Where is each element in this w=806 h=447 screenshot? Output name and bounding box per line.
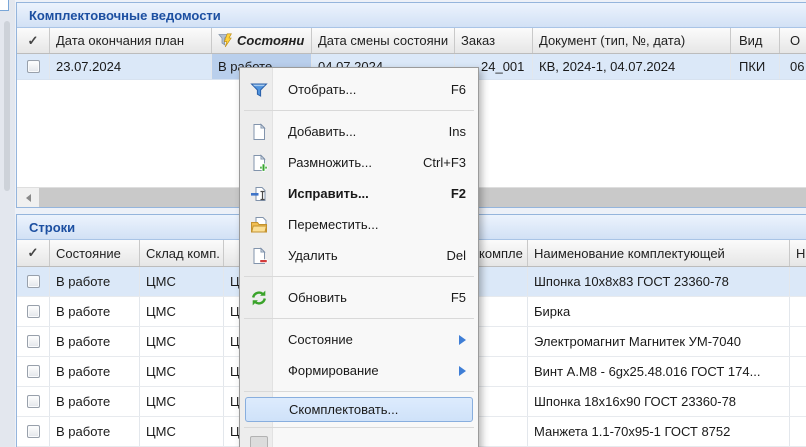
cell-name[interactable]: Манжета 1.1-70x95-1 ГОСТ 8752 <box>528 417 790 446</box>
cell-warehouse[interactable]: ЦМС <box>140 357 224 386</box>
row-checkbox[interactable] <box>27 60 40 73</box>
cell-clipped[interactable] <box>790 387 806 416</box>
cell-status[interactable]: В работе <box>50 387 140 416</box>
cell-name[interactable]: Шпонка 10x8x83 ГОСТ 23360-78 <box>528 267 790 296</box>
cell-clipped[interactable] <box>790 297 806 326</box>
vedomosti-header-row: ✓ Дата окончания план Состояни Дата смен… <box>17 28 806 54</box>
menu-separator <box>244 110 474 111</box>
menu-item-edit[interactable]: Исправить... F2 <box>242 178 476 209</box>
column-header-name[interactable]: Наименование комплектующей <box>528 240 790 266</box>
clipped-widget <box>0 0 9 11</box>
menu-item-duplicate[interactable]: Размножить... Ctrl+F3 <box>242 147 476 178</box>
cell-status[interactable]: В работе <box>50 417 140 446</box>
clipped-menu-icon <box>250 436 268 447</box>
cell-warehouse[interactable]: ЦМС <box>140 327 224 356</box>
app-window: Комплектовочные ведомости ✓ Дата окончан… <box>0 0 806 447</box>
menu-separator <box>244 427 474 428</box>
menu-item-add[interactable]: Добавить... Ins <box>242 116 476 147</box>
select-all-column-header[interactable]: ✓ <box>17 28 50 53</box>
column-header-clipped[interactable]: Н <box>790 240 806 266</box>
cell-clipped[interactable] <box>790 267 806 296</box>
context-menu: Отобрать... F6 Добавить... Ins <box>239 67 479 447</box>
duplicate-page-icon <box>250 154 268 172</box>
menu-item-refresh[interactable]: Обновить F5 <box>242 282 476 313</box>
menu-item-assemble[interactable]: Скомплектовать... <box>245 397 473 422</box>
row-checkbox[interactable] <box>27 365 40 378</box>
submenu-arrow-icon <box>459 335 466 345</box>
filter-icon <box>250 81 268 99</box>
column-header-date-end[interactable]: Дата окончания план <box>50 28 212 53</box>
row-checkbox[interactable] <box>27 395 40 408</box>
column-header-order[interactable]: Заказ <box>455 28 533 53</box>
cell-name[interactable]: Шпонка 18x16x90 ГОСТ 23360-78 <box>528 387 790 416</box>
cell-warehouse[interactable]: ЦМС <box>140 417 224 446</box>
panel-title-vedomosti: Комплектовочные ведомости <box>17 3 806 28</box>
arrow-left-icon <box>26 194 31 202</box>
menu-item-partial[interactable] <box>242 433 476 447</box>
cell-name[interactable]: Бирка <box>528 297 790 326</box>
row-checkbox[interactable] <box>27 425 40 438</box>
cell-date-end[interactable]: 23.07.2024 <box>50 54 212 79</box>
cell-kind[interactable]: ПКИ <box>731 54 780 79</box>
menu-item-delete[interactable]: Удалить Del <box>242 240 476 271</box>
scroll-left-button[interactable] <box>17 188 39 207</box>
menu-item-status[interactable]: Состояние <box>242 324 476 355</box>
cell-status[interactable]: В работе <box>50 327 140 356</box>
left-splitter[interactable] <box>0 0 15 447</box>
column-header-status[interactable]: Состояни <box>212 28 312 53</box>
move-folder-icon <box>250 216 268 234</box>
edit-icon <box>250 185 268 203</box>
cell-clipped[interactable] <box>790 357 806 386</box>
menu-item-move[interactable]: Переместить... <box>242 209 476 240</box>
cell-warehouse[interactable]: ЦМС <box>140 387 224 416</box>
column-header-warehouse[interactable]: Склад комп. <box>140 240 224 266</box>
cell-status[interactable]: В работе <box>50 267 140 296</box>
column-header-document[interactable]: Документ (тип, №, дата) <box>533 28 731 53</box>
column-header-status[interactable]: Состояние <box>50 240 140 266</box>
cell-status[interactable]: В работе <box>50 357 140 386</box>
menu-item-filter[interactable]: Отобрать... F6 <box>242 74 476 105</box>
menu-separator <box>244 318 474 319</box>
cell-name[interactable]: Винт А.М8 - 6gx25.48.016 ГОСТ 174... <box>528 357 790 386</box>
column-header-date-change[interactable]: Дата смены состояни <box>312 28 455 53</box>
refresh-icon <box>250 289 268 307</box>
menu-separator <box>244 391 474 392</box>
delete-page-icon <box>250 247 268 265</box>
column-header-kind[interactable]: Вид <box>731 28 780 53</box>
row-checkbox[interactable] <box>27 275 40 288</box>
cell-name[interactable]: Электромагнит Магнитек УМ-7040 <box>528 327 790 356</box>
new-page-icon <box>250 123 268 141</box>
row-checkbox[interactable] <box>27 335 40 348</box>
select-all-column-header[interactable]: ✓ <box>17 240 50 266</box>
cell-warehouse[interactable]: ЦМС <box>140 297 224 326</box>
row-checkbox[interactable] <box>27 305 40 318</box>
menu-item-formation[interactable]: Формирование <box>242 355 476 386</box>
cell-clipped[interactable] <box>790 417 806 446</box>
cell-clipped[interactable]: 06 <box>780 54 806 79</box>
splitter-handle-icon[interactable] <box>4 21 10 191</box>
cell-document[interactable]: КВ, 2024-1, 04.07.2024 <box>533 54 731 79</box>
cell-status[interactable]: В работе <box>50 297 140 326</box>
cell-clipped[interactable] <box>790 327 806 356</box>
cell-warehouse[interactable]: ЦМС <box>140 267 224 296</box>
filter-lightning-icon <box>218 33 234 48</box>
row-check-cell[interactable] <box>17 54 50 79</box>
column-header-status-label: Состояни <box>237 33 304 48</box>
menu-separator <box>244 276 474 277</box>
column-header-clipped[interactable]: О <box>780 28 806 53</box>
submenu-arrow-icon <box>459 366 466 376</box>
